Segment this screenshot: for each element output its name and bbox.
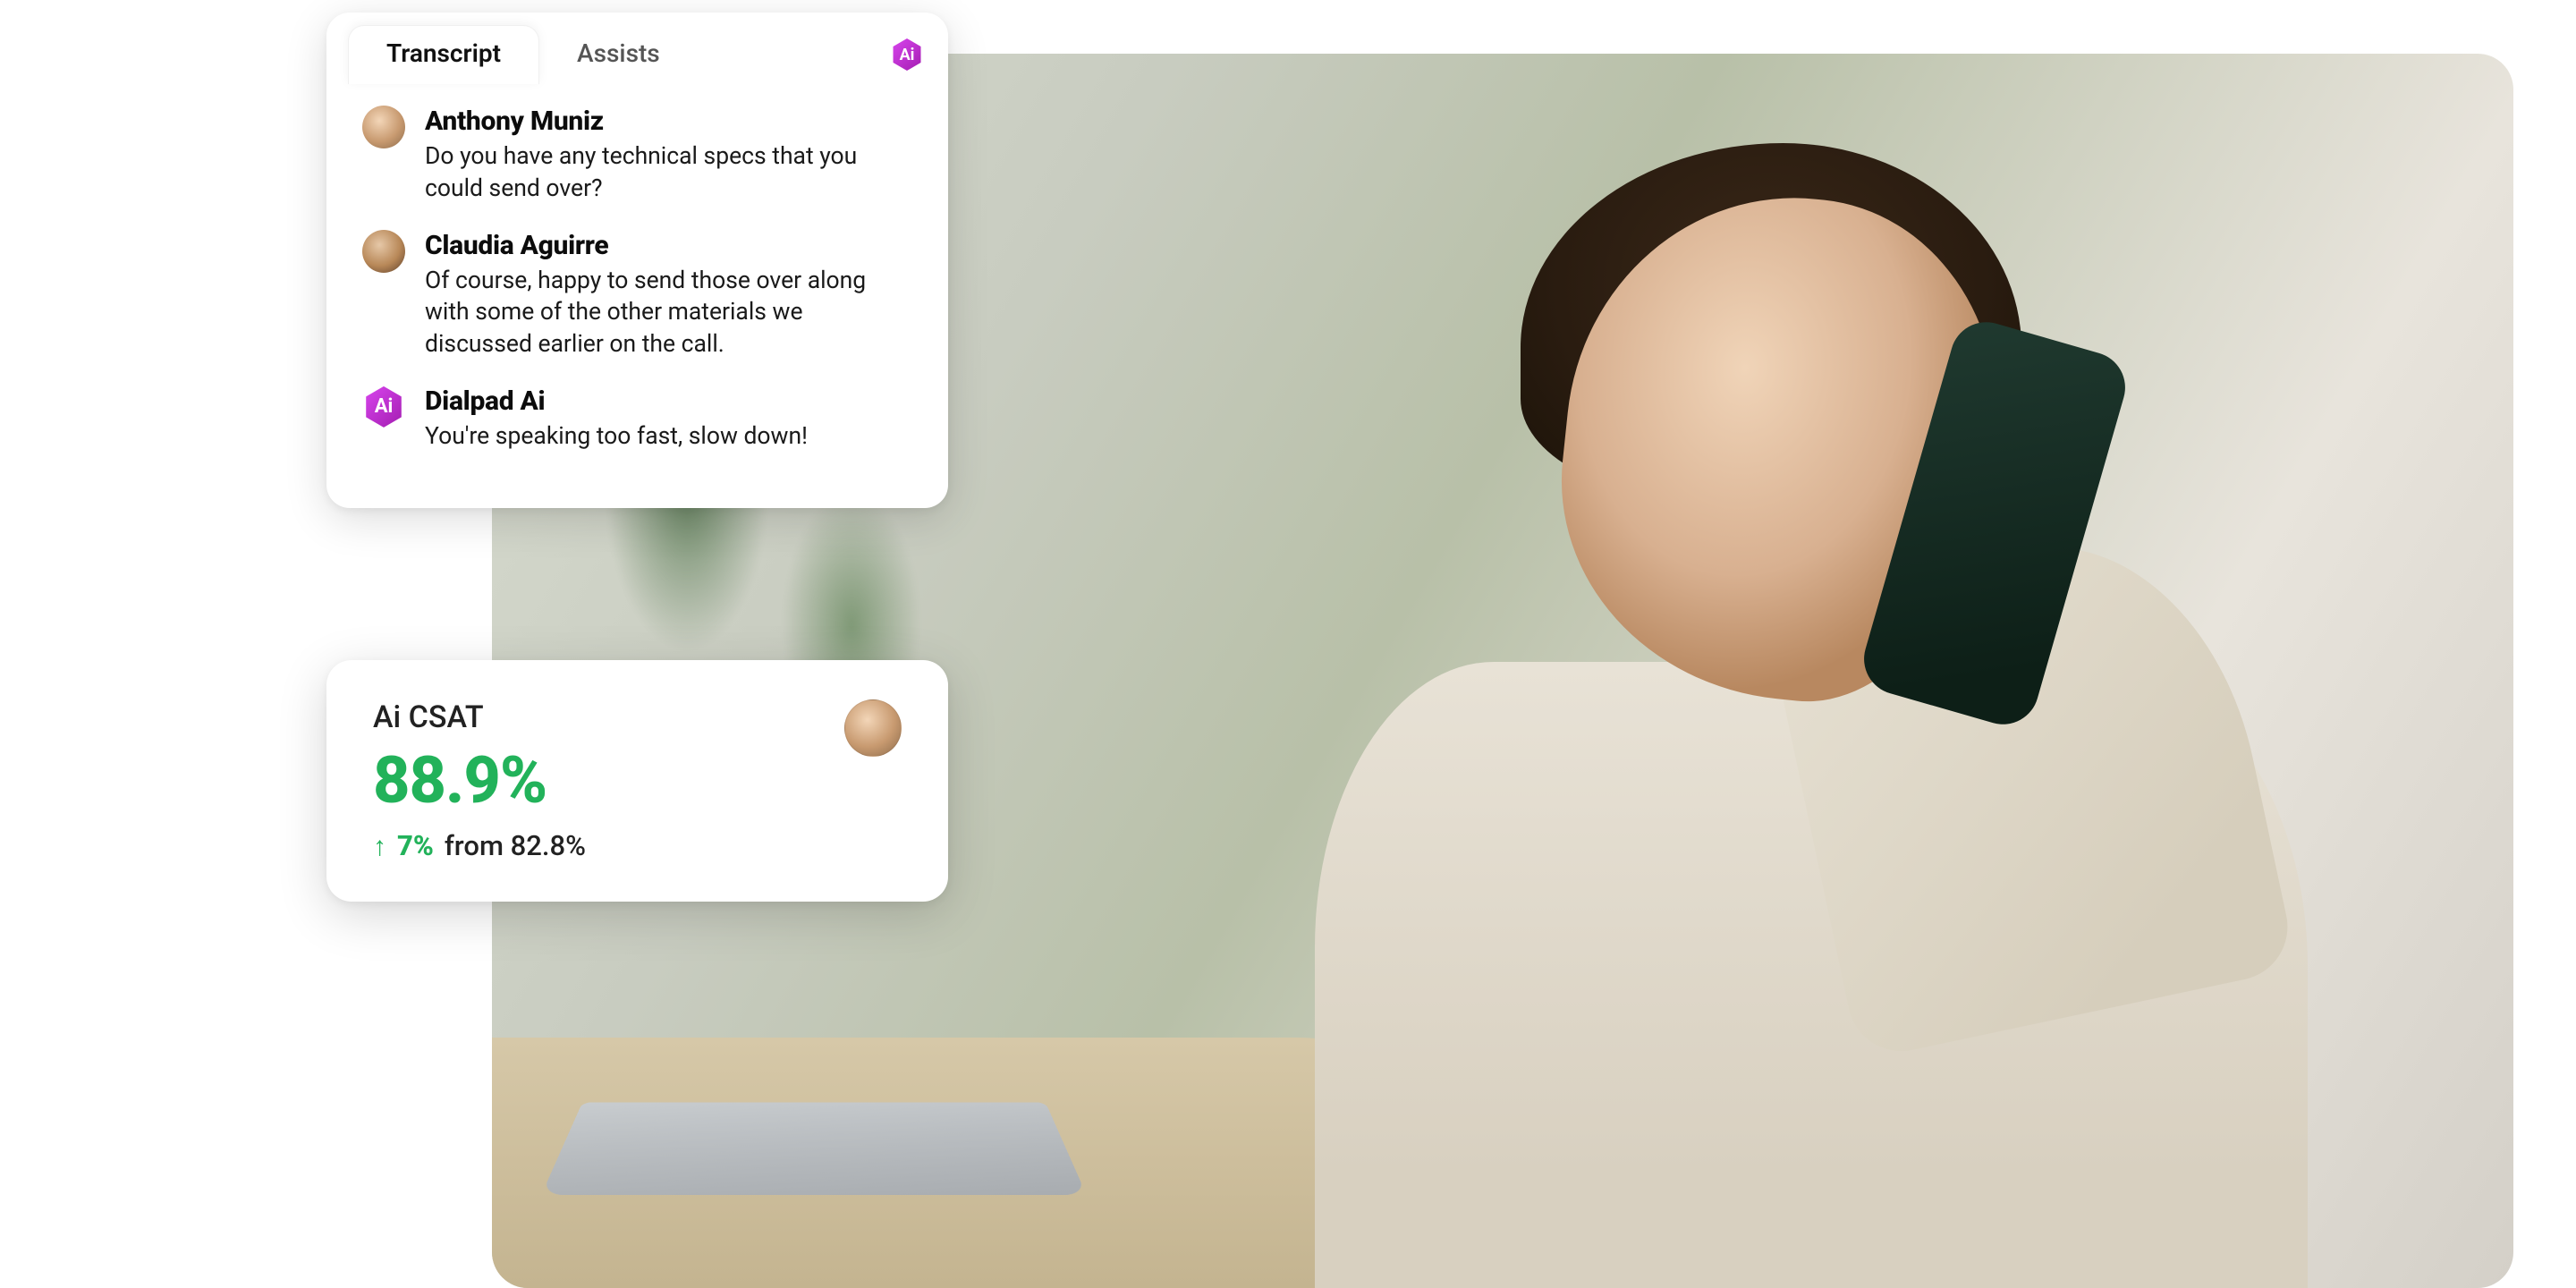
avatar <box>362 230 405 273</box>
tab-assists[interactable]: Assists <box>539 26 698 84</box>
csat-delta: ↑ 7% from 82.8% <box>373 829 823 862</box>
person-figure <box>1145 89 2308 1288</box>
transcript-entry: Anthony Muniz Do you have any technical … <box>362 106 912 205</box>
csat-value: 88.9% <box>373 742 823 818</box>
transcript-panel: Transcript Assists Ai Anthony Muniz Do y… <box>326 13 948 508</box>
csat-delta-from: from 82.8% <box>445 829 586 862</box>
speaker-text: Do you have any technical specs that you… <box>425 140 912 205</box>
csat-delta-percent: 7% <box>397 829 434 862</box>
avatar <box>362 106 405 148</box>
transcript-entry: Ai Dialpad Ai You're speaking too fast, … <box>362 386 912 453</box>
tab-transcript[interactable]: Transcript <box>348 25 539 84</box>
csat-title: Ai CSAT <box>373 699 823 735</box>
tabs-row: Transcript Assists Ai <box>326 13 948 84</box>
speaker-name: Claudia Aguirre <box>425 230 912 261</box>
ai-badge-icon: Ai <box>889 37 925 72</box>
speaker-name: Dialpad Ai <box>425 386 912 417</box>
laptop-decor <box>541 1102 1087 1195</box>
csat-avatar <box>844 699 902 757</box>
transcript-body: Anthony Muniz Do you have any technical … <box>326 84 948 453</box>
arrow-up-icon: ↑ <box>373 831 386 862</box>
speaker-text: Of course, happy to send those over alon… <box>425 265 912 360</box>
ai-avatar-icon: Ai <box>362 386 405 428</box>
csat-card: Ai CSAT 88.9% ↑ 7% from 82.8% <box>326 660 948 902</box>
transcript-entry: Claudia Aguirre Of course, happy to send… <box>362 230 912 360</box>
speaker-name: Anthony Muniz <box>425 106 912 137</box>
speaker-text: You're speaking too fast, slow down! <box>425 420 912 453</box>
